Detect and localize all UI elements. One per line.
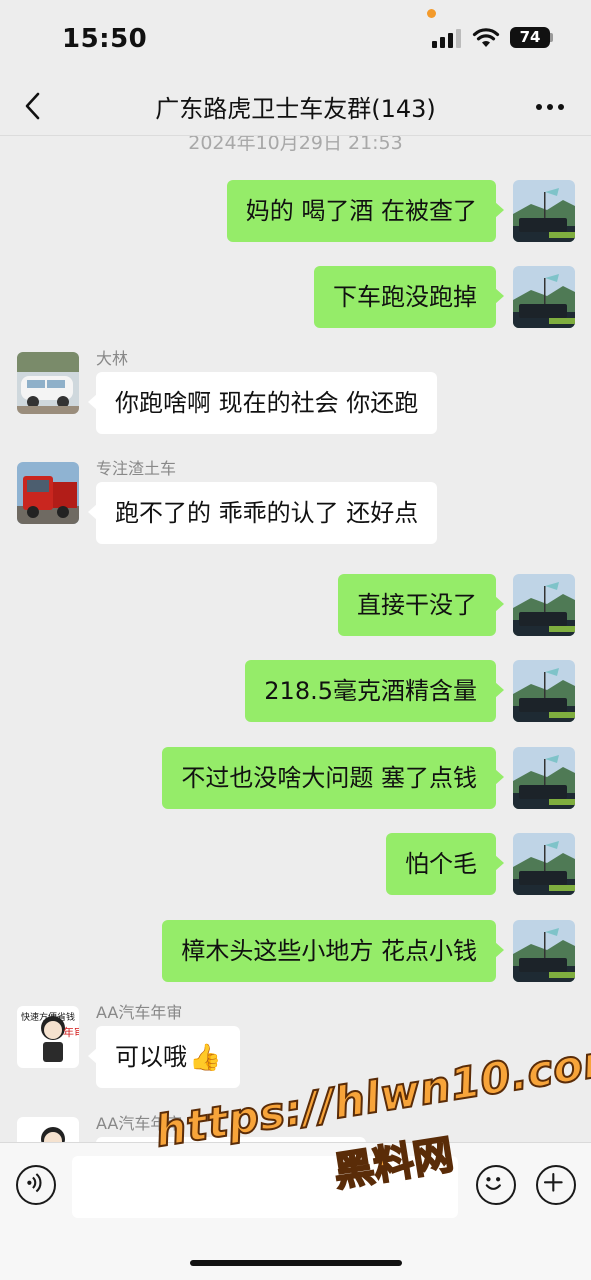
message-bubble-outgoing[interactable]: 直接干没了 [338,574,504,636]
home-indicator [190,1260,402,1266]
avatar-badge-stamp: 年审 [63,1025,79,1039]
message-bubble-outgoing[interactable]: 樟木头这些小地方 花点小钱 [162,920,504,982]
self-avatar[interactable] [513,574,575,636]
status-time: 15:50 [62,24,148,54]
message-bubble-incoming[interactable]: 你跑啥啊 现在的社会 你还跑 [87,372,438,434]
chat-header: 广东路虎卫士车友群(143) [0,78,591,136]
battery-indicator: 74 [510,27,550,48]
chat-message-list[interactable]: 2024年10月29日 21:53 妈的 喝了酒 在被查了 下车跑没跑掉 大林 … [0,120,591,1142]
sender-name: 专注渣土车 [96,459,177,478]
message-bubble-outgoing[interactable]: 怕个毛 [386,833,504,895]
self-avatar[interactable] [513,833,575,895]
message-bubble-outgoing[interactable]: 妈的 喝了酒 在被查了 [226,180,505,242]
sender-avatar-aa-inspection[interactable]: 快速方便省钱年审 [17,1006,79,1068]
sender-name: AA汽车年审 [96,1003,183,1022]
battery-tip [550,33,553,42]
sender-avatar-dalin[interactable] [17,352,79,414]
message-bubble-outgoing[interactable]: 不过也没啥大问题 塞了点钱 [162,747,504,809]
message-bubble-incoming[interactable]: 可以哦👍 [87,1026,241,1088]
recording-indicator-dot [427,9,436,18]
thumbs-up-emoji: 👍 [189,1043,222,1073]
ellipsis-icon[interactable] [530,88,570,124]
self-avatar[interactable] [513,180,575,242]
status-bar: 15:50 74 [0,0,591,78]
watermark-name: 黑料网 [330,1131,458,1197]
sender-avatar-aa-inspection[interactable] [17,1117,79,1142]
self-avatar[interactable] [513,747,575,809]
self-avatar[interactable] [513,920,575,982]
self-avatar[interactable] [513,660,575,722]
self-avatar[interactable] [513,266,575,328]
sender-name: 大林 [96,349,129,368]
voice-icon[interactable] [16,1165,56,1205]
sender-avatar-truck[interactable] [17,462,79,524]
chat-title[interactable]: 广东路虎卫士车友群(143) [0,89,591,124]
message-bubble-incoming[interactable]: 跑不了的 乖乖的认了 还好点 [87,482,438,544]
wifi-icon [472,28,500,47]
message-text: 可以哦 [115,1043,187,1071]
cellular-signal-icon [432,28,462,48]
message-bubble-outgoing[interactable]: 下车跑没跑掉 [314,266,504,328]
message-bubble-outgoing[interactable]: 218.5毫克酒精含量 [245,660,504,722]
